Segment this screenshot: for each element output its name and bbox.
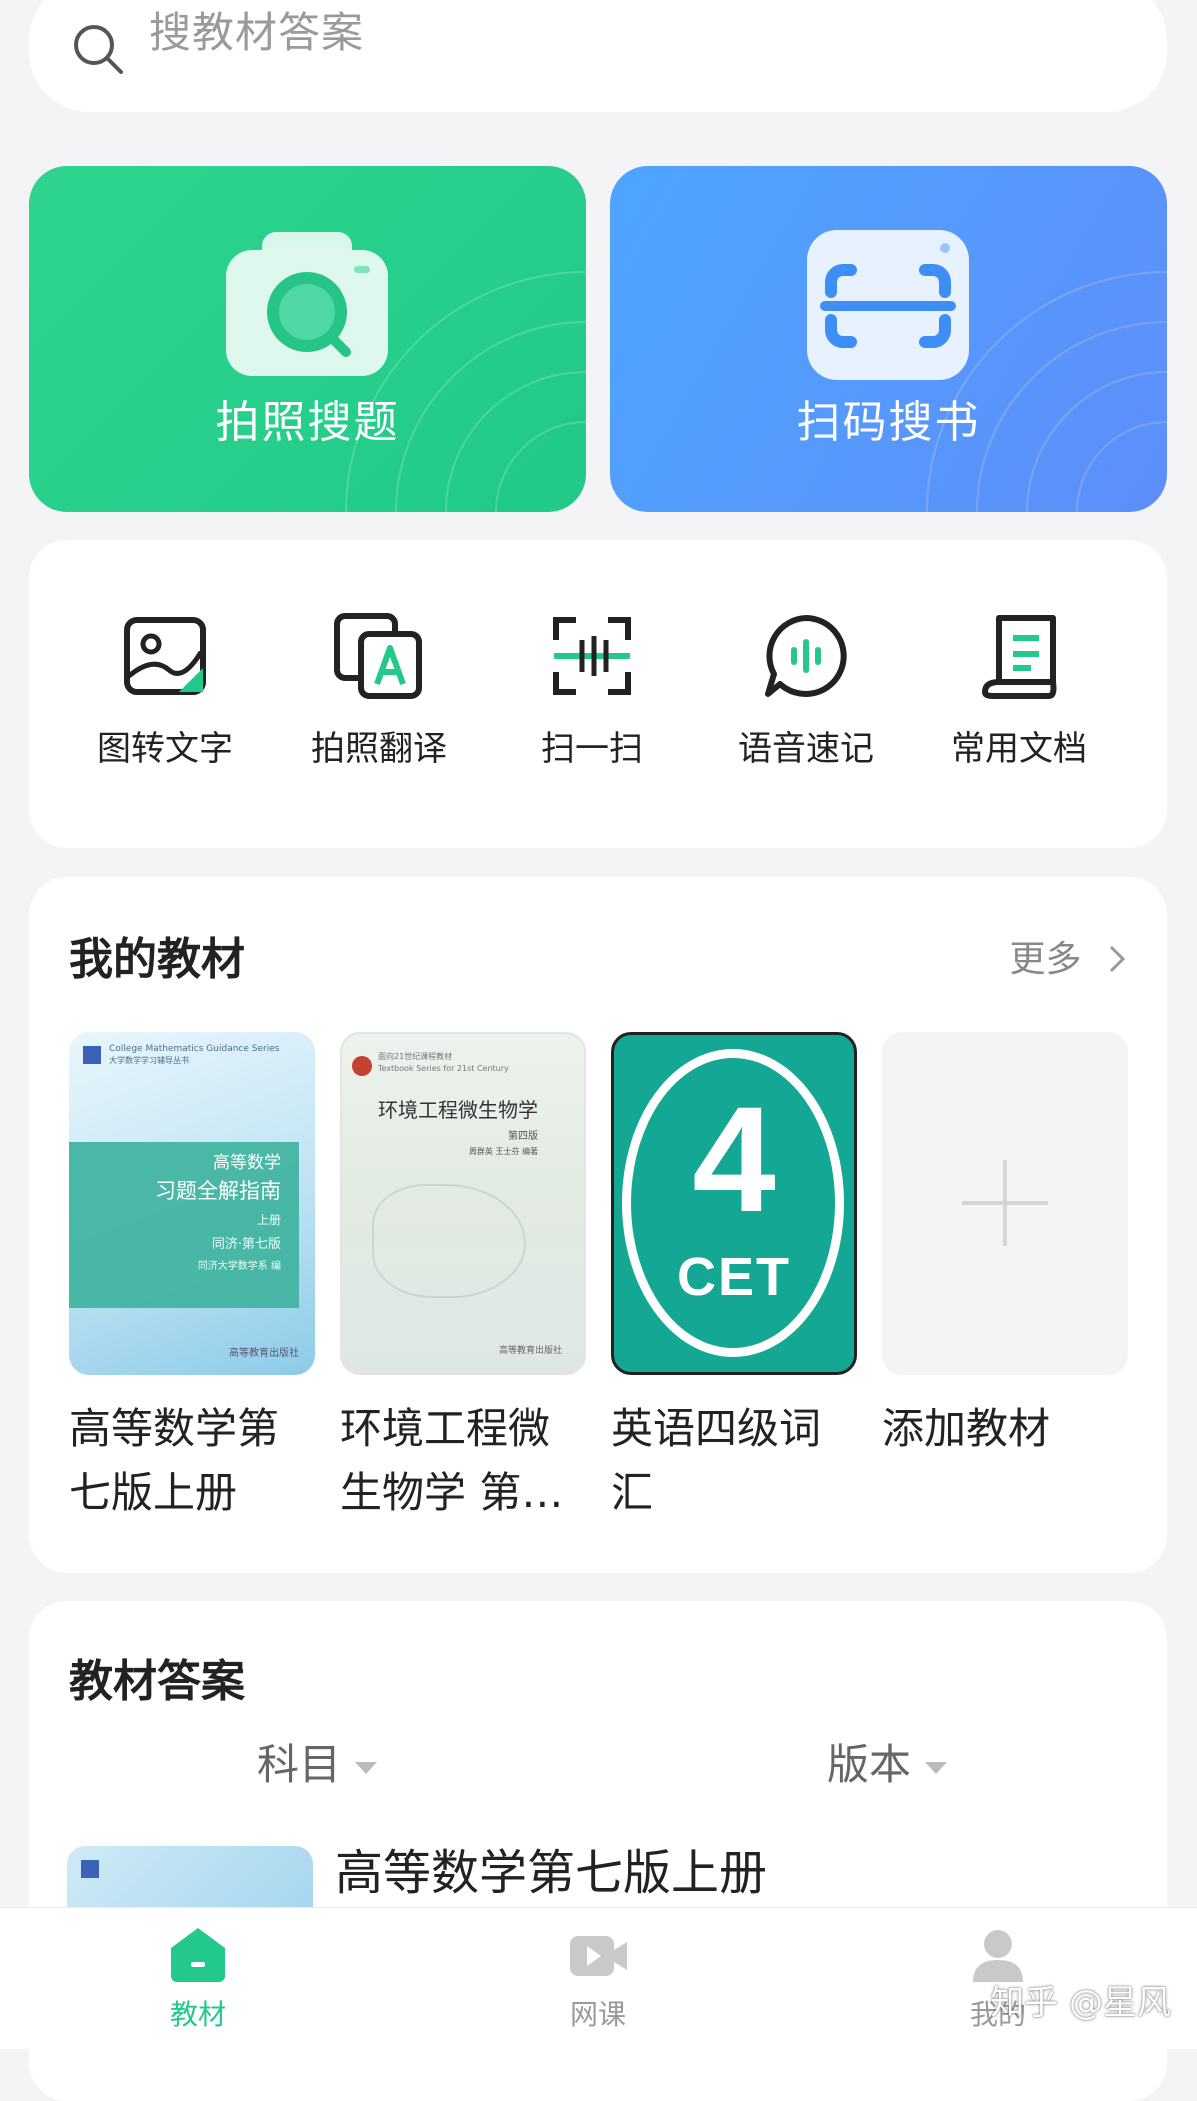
tool-label: 常用文档 — [951, 729, 1087, 769]
cover-title: 高等数学 — [213, 1153, 281, 1172]
cover-title: 环境工程微生物学 — [378, 1100, 538, 1122]
tool-photo-translate[interactable]: 拍照翻译 — [279, 610, 479, 790]
add-textbook-label: 添加教材 — [882, 1404, 1051, 1453]
nav-tab-courses[interactable]: 网课 — [498, 1924, 698, 2032]
cover-subtitle: 同济·第七版 — [211, 1237, 281, 1252]
tool-voice-note[interactable]: 语音速记 — [706, 610, 906, 790]
cover-series-en: Textbook Series for 21st Century — [378, 1064, 509, 1073]
answer-item-title[interactable]: 高等数学第七版上册 — [335, 1843, 767, 1903]
caret-down-icon — [925, 1761, 948, 1774]
tool-image-to-text[interactable]: 图转文字 — [65, 610, 265, 790]
photo-search-card[interactable]: 拍照搜题 — [29, 166, 586, 512]
tools-panel: 图转文字 拍照翻译 扫一扫 语音速记 常用文档 — [29, 540, 1167, 848]
textbook-name: 高等数学第七版上册 — [69, 1404, 280, 1517]
watermark: 知乎 @星风 — [990, 1983, 1171, 2023]
publisher-logo — [81, 1860, 99, 1878]
cover-decoration — [372, 1184, 526, 1298]
textbook-name: 英语四级词汇 — [611, 1404, 822, 1517]
scan-book-label: 扫码搜书 — [796, 397, 981, 448]
nav-label: 网课 — [569, 1998, 626, 2031]
my-textbooks-section: 我的教材 更多 College Mathematics Guidance Ser… — [29, 877, 1167, 1573]
cover-publisher: 高等教育出版社 — [498, 1346, 562, 1356]
photo-search-label: 拍照搜题 — [215, 397, 400, 448]
caret-down-icon — [355, 1761, 378, 1774]
edition-filter-label: 版本 — [827, 1740, 912, 1789]
subject-filter-label: 科目 — [257, 1740, 342, 1789]
add-placeholder — [882, 1032, 1128, 1375]
tool-scan[interactable]: 扫一扫 — [492, 610, 692, 790]
cover-title: 习题全解指南 — [155, 1179, 281, 1203]
search-icon — [74, 25, 123, 74]
cover-author: 周群英 王士芬 编著 — [468, 1147, 538, 1156]
tool-label: 语音速记 — [738, 729, 874, 769]
book-cover: 面向21世纪课程教材 Textbook Series for 21st Cent… — [340, 1032, 586, 1375]
cover-edition: 第四版 — [508, 1131, 538, 1142]
scan-book-card[interactable]: 扫码搜书 — [610, 166, 1167, 512]
tool-label: 扫一扫 — [541, 729, 643, 769]
scan-code-icon — [807, 230, 969, 380]
image-to-text-icon — [124, 617, 206, 695]
subject-filter[interactable]: 科目 — [257, 1737, 378, 1793]
nav-tab-textbooks[interactable]: 教材 — [98, 1924, 298, 2032]
plus-icon — [962, 1160, 1048, 1246]
cover-number: 4 — [692, 1075, 776, 1243]
chevron-right-icon — [1109, 945, 1126, 973]
cover-cet: CET — [677, 1247, 791, 1307]
edition-filter[interactable]: 版本 — [827, 1737, 948, 1793]
camera-search-icon — [226, 232, 388, 376]
tool-documents[interactable]: 常用文档 — [919, 610, 1119, 790]
cover-series-cn: 大学数学学习辅导丛书 — [109, 1056, 189, 1065]
cover-series: College Mathematics Guidance Series — [109, 1044, 280, 1054]
section-title: 教材答案 — [69, 1656, 245, 1707]
book-cover: 4 CET — [611, 1032, 857, 1375]
document-icon — [982, 615, 1057, 699]
home-icon — [171, 1928, 225, 1982]
photo-translate-icon — [334, 613, 422, 699]
book-cover: College Mathematics Guidance Series 大学数学… — [69, 1032, 315, 1375]
cover-series: 面向21世纪课程教材 — [378, 1052, 453, 1061]
cover-author: 同济大学数学系 编 — [197, 1261, 281, 1272]
textbook-card[interactable]: College Mathematics Guidance Series 大学数学… — [69, 1032, 315, 1525]
search-placeholder: 搜教材答案 — [149, 8, 365, 57]
voice-note-icon — [765, 615, 847, 697]
tool-label: 拍照翻译 — [311, 729, 447, 769]
video-icon — [570, 1936, 627, 1976]
nav-label: 教材 — [169, 1998, 226, 2031]
scan-icon — [553, 617, 631, 695]
tool-label: 图转文字 — [97, 729, 233, 769]
textbook-card[interactable]: 4 CET 英语四级词汇 — [611, 1032, 857, 1525]
publisher-logo — [83, 1046, 101, 1064]
add-textbook-card[interactable]: 添加教材 — [882, 1032, 1128, 1525]
publisher-seal — [352, 1056, 372, 1076]
search-bar[interactable]: 搜教材答案 — [29, 0, 1167, 112]
cover-publisher: 高等教育出版社 — [229, 1348, 299, 1359]
more-label: 更多 — [1009, 939, 1082, 980]
more-link[interactable]: 更多 — [1010, 937, 1127, 983]
textbook-card[interactable]: 面向21世纪课程教材 Textbook Series for 21st Cent… — [340, 1032, 586, 1525]
section-title: 我的教材 — [69, 934, 245, 985]
cover-subtitle: 上册 — [256, 1213, 281, 1227]
textbook-name: 环境工程微生物学 第… — [340, 1404, 564, 1517]
